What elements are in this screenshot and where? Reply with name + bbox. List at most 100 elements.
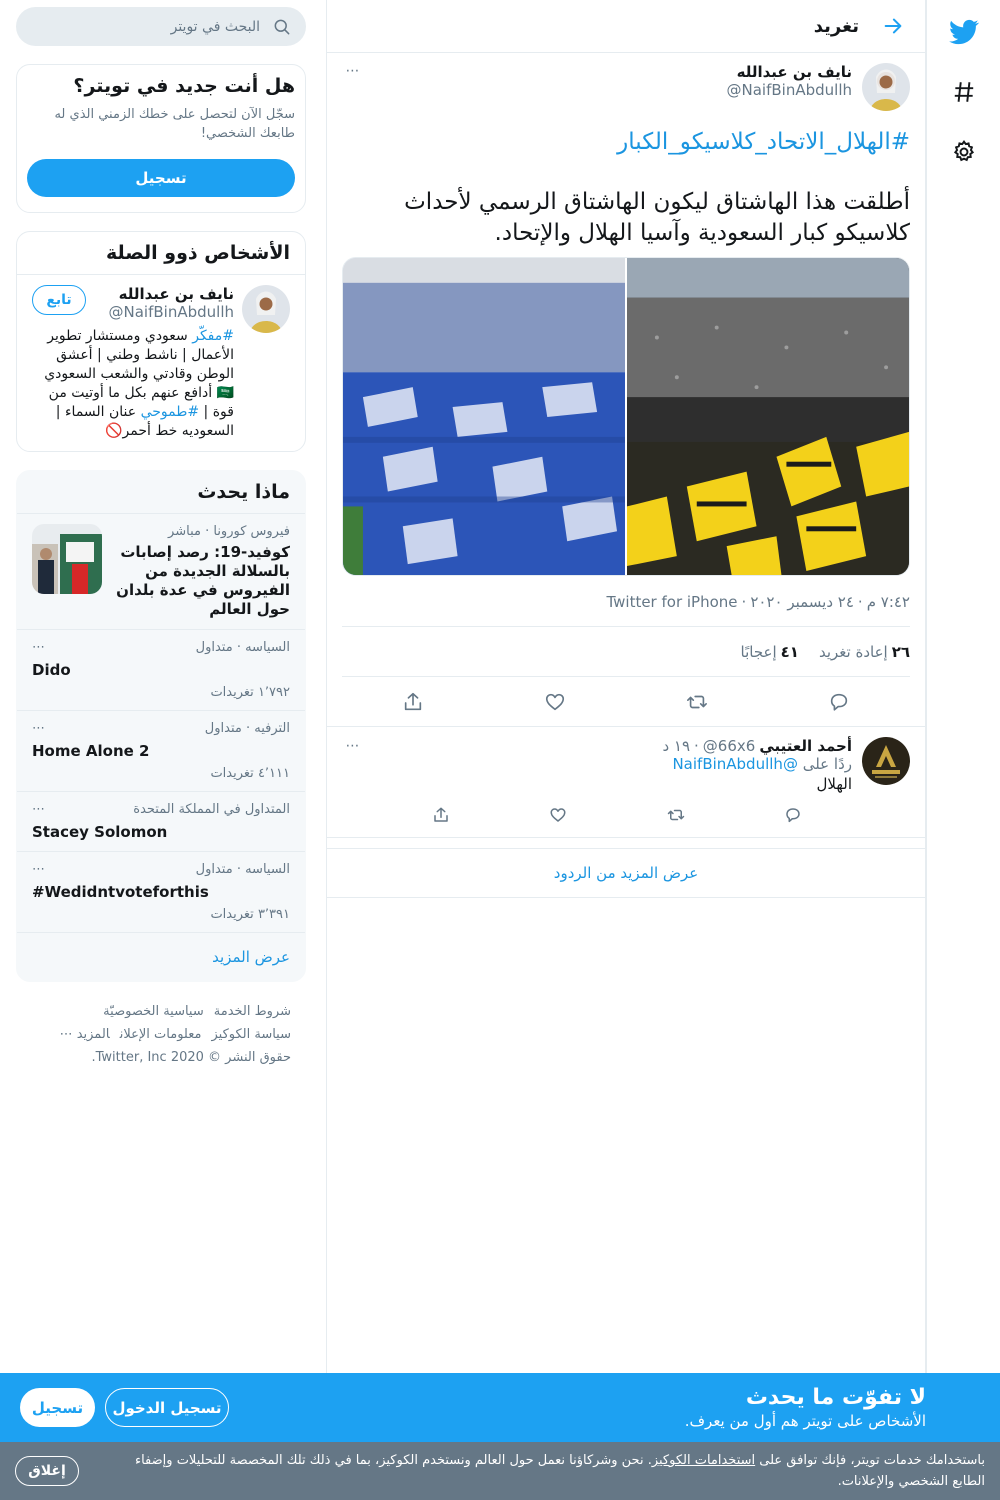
more-options-icon[interactable]: ⋯	[342, 63, 362, 79]
relevant-person-names: نايف بن عبدالله @NaifBinAbdullh	[86, 285, 234, 321]
news-text: فيروس كورونا · مباشر كوفيد-19: رصد إصابا…	[112, 524, 290, 619]
follow-button[interactable]: تابع	[32, 285, 86, 315]
news-item[interactable]: فيروس كورونا · مباشر كوفيد-19: رصد إصابا…	[17, 514, 305, 630]
search-box	[16, 7, 306, 46]
login-button[interactable]: تسجيل الدخول	[105, 1388, 229, 1427]
tweet-hashtag-link[interactable]: #الهلال_الاتحاد_كلاسيكو_الكبار	[342, 129, 910, 155]
main-column: تغريد نايف بن عبدالله @NaifBinAbdullh ⋯ …	[326, 0, 926, 1500]
search-icon	[274, 19, 290, 34]
signup-card-title: هل أنت جديد في تويتر؟	[73, 75, 295, 97]
trends-show-more-link[interactable]: عرض المزيد	[17, 933, 305, 981]
media-photo-blue-fans[interactable]	[343, 258, 625, 575]
reply-actions	[342, 801, 852, 829]
relevant-person[interactable]: نايف بن عبدالله @NaifBinAbdullh تابع #مف…	[17, 275, 305, 451]
trend-item[interactable]: المتداول في المملكة المتحدة ⋯ Stacey Solo…	[17, 792, 305, 852]
cookie-text: باستخدامك خدمات تويتر، فإنك توافق على اس…	[99, 1450, 985, 1492]
news-headline: كوفيد-19: رصد إصابات بالسلالة الجديدة من…	[116, 543, 290, 618]
trend-item[interactable]: السياسه · متداول ⋯ #Wedidntvoteforthis ٣٬…	[17, 852, 305, 933]
tweet-actions	[342, 677, 910, 726]
news-thumbnail	[32, 524, 102, 594]
retweets-label: إعادة تغريد	[818, 642, 888, 661]
bio-hashtag[interactable]: #مفكّر	[192, 328, 234, 344]
cookie-close-button[interactable]: إغلاق	[15, 1456, 79, 1486]
relevant-person-info: نايف بن عبدالله @NaifBinAbdullh تابع #مف…	[32, 285, 234, 441]
relevant-person-handle[interactable]: @NaifBinAbdullh	[86, 303, 234, 321]
retweet-icon[interactable]	[679, 684, 715, 720]
trend-meta: السياسه · متداول ⋯	[32, 640, 290, 655]
reply-share-icon[interactable]	[427, 801, 455, 829]
arrow-right-icon[interactable]	[877, 10, 909, 42]
reply-tweet[interactable]: أحمد العتيبي @66x6 · ١٩ د ⋯ ردًا على @Na…	[327, 726, 925, 838]
media-photo-yellow-fans[interactable]	[627, 258, 909, 575]
likes-stat[interactable]: ٤١إعجابًا	[741, 643, 799, 661]
share-icon[interactable]	[395, 684, 431, 720]
signup-prompt-texts: لا تفوّت ما يحدث الأشخاص على تويتر هم أو…	[229, 1385, 926, 1430]
bottom-signup-button[interactable]: تسجيل	[20, 1388, 95, 1427]
trend-meta: المتداول في المملكة المتحدة ⋯	[32, 802, 290, 817]
bio-hashtag[interactable]: #طموحي	[141, 404, 200, 420]
reply-like-heart-icon[interactable]	[544, 801, 572, 829]
footer-more-link[interactable]: المزيد ⋯	[60, 1027, 110, 1042]
like-heart-icon[interactable]	[537, 684, 573, 720]
news-context: فيروس كورونا · مباشر	[168, 524, 290, 539]
tweet-time[interactable]: ٧:٤٢ م	[867, 593, 910, 611]
reply-icon[interactable]	[821, 684, 857, 720]
reply-author-handle[interactable]: @66x6	[703, 737, 756, 755]
retweets-stat[interactable]: ٢٦إعادة تغريد	[819, 643, 910, 661]
reply-author-name[interactable]: أحمد العتيبي	[759, 737, 852, 755]
reply-text: الهلال	[816, 775, 852, 793]
reply-more-options-icon[interactable]: ⋯	[342, 738, 362, 754]
reply-age[interactable]: ١٩ د	[662, 737, 690, 755]
reply-separator: ·	[694, 737, 699, 755]
tweet-stats: ٢٦إعادة تغريد ٤١إعجابًا	[342, 627, 910, 677]
ads-info-link[interactable]: معلومات الإعلان	[120, 1027, 202, 1042]
hashtag-icon[interactable]	[940, 68, 988, 116]
signup-button[interactable]: تسجيل	[27, 159, 295, 197]
cookie-policy-link[interactable]: استخدامات الكوكيز	[652, 1453, 755, 1468]
likes-count: ٤١	[780, 642, 799, 661]
reply-avatar[interactable]	[862, 737, 910, 785]
reply-retweet-icon[interactable]	[662, 801, 690, 829]
signup-prompt-heading: لا تفوّت ما يحدث	[745, 1385, 926, 1410]
settings-gear-icon[interactable]	[940, 128, 988, 176]
likes-label: إعجابًا	[740, 642, 777, 661]
privacy-link[interactable]: سياسية الخصوصيّة	[103, 1004, 204, 1019]
twitter-bird-icon[interactable]	[940, 8, 988, 56]
trend-more-icon[interactable]: ⋯	[32, 862, 45, 877]
reply-reply-icon[interactable]	[779, 801, 807, 829]
whats-happening-title: ماذا يحدث	[17, 471, 305, 514]
trend-count: ٣٬٣٩١ تغريدات	[210, 907, 290, 922]
nav-rail	[926, 0, 1000, 1500]
show-more-replies-link[interactable]: عرض المزيد من الردود	[327, 848, 925, 898]
avatar[interactable]	[862, 63, 910, 111]
relevant-person-bio: #مفكّر سعودي ومستشار تطوير الأعمال | ناش…	[32, 327, 234, 441]
trend-more-icon[interactable]: ⋯	[32, 640, 45, 655]
terms-link[interactable]: شروط الخدمة	[214, 1004, 291, 1019]
relevant-person-name[interactable]: نايف بن عبدالله	[86, 285, 234, 303]
replying-to-handle[interactable]: @NaifBinAbdullh	[672, 755, 797, 773]
trend-meta: السياسه · متداول ⋯	[32, 862, 290, 877]
trend-more-icon[interactable]: ⋯	[32, 721, 45, 736]
trend-title: Dido	[32, 661, 71, 679]
relevant-person-avatar[interactable]	[242, 285, 290, 333]
author-handle[interactable]: @NaifBinAbdullh	[362, 81, 852, 99]
signup-prompt-subtext: الأشخاص على تويتر هم أول من يعرف.	[684, 1412, 926, 1430]
search-input[interactable]	[30, 18, 260, 35]
author-name[interactable]: نايف بن عبدالله	[362, 63, 852, 81]
page-header: تغريد	[327, 0, 925, 53]
trend-more-icon[interactable]: ⋯	[32, 802, 45, 817]
signup-card-description: سجّل الآن لتحصل على خطك الزمني الذي له ط…	[54, 107, 295, 141]
tweet-source[interactable]: Twitter for iPhone	[606, 593, 737, 611]
cookies-link[interactable]: سياسة الكوكيز	[211, 1027, 291, 1042]
trend-context: المتداول في المملكة المتحدة	[133, 802, 290, 817]
tweet-header: نايف بن عبدالله @NaifBinAbdullh ⋯	[342, 63, 910, 115]
trend-item[interactable]: الترفيه · متداول ⋯ Home Alone 2 ٤٬١١١ تغر…	[17, 711, 305, 792]
sidebar: هل أنت جديد في تويتر؟ سجّل الآن لتحصل عل…	[16, 0, 306, 1069]
author-block[interactable]: نايف بن عبدالله @NaifBinAbdullh	[362, 63, 852, 99]
copyright: حقوق النشر © 2020 Twitter, Inc.	[91, 1050, 291, 1065]
trend-count: ٤٬١١١ تغريدات	[210, 766, 290, 781]
trend-meta: الترفيه · متداول ⋯	[32, 721, 290, 736]
cookie-text-before: باستخدامك خدمات تويتر، فإنك توافق على	[755, 1453, 985, 1468]
trend-item[interactable]: السياسه · متداول ⋯ Dido ١٬٧٩٢ تغريدات	[17, 630, 305, 711]
tweet-date[interactable]: ٢٤ ديسمبر ٢٠٢٠	[750, 593, 854, 611]
